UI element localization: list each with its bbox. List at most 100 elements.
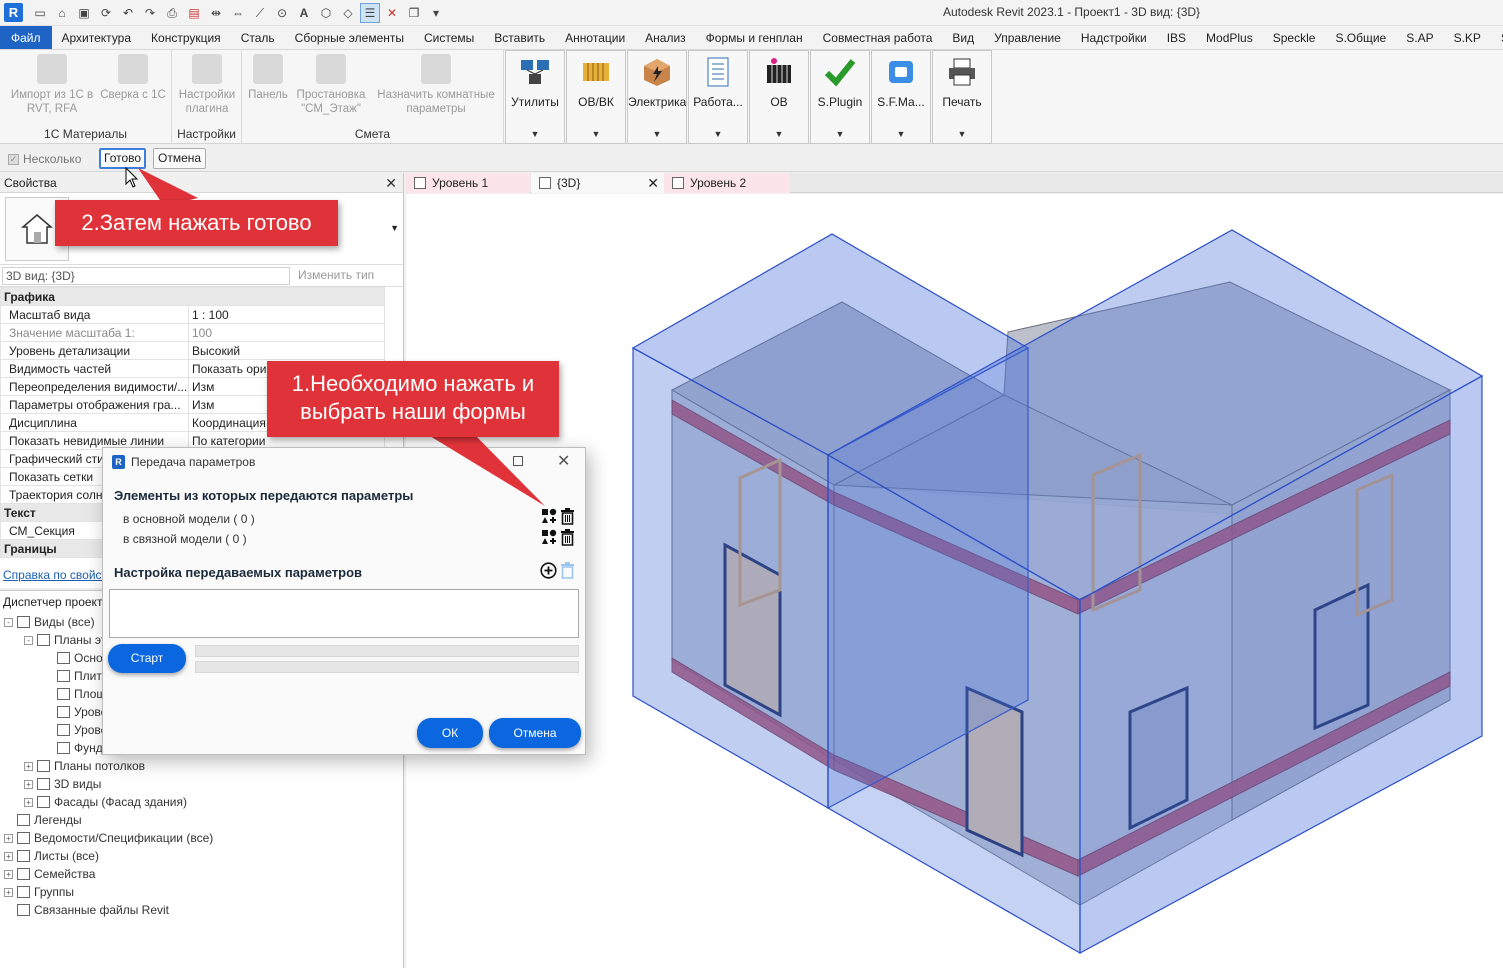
tab-addins[interactable]: Надстройки — [1071, 26, 1157, 49]
work-button[interactable]: Работа... ▼ — [688, 50, 748, 144]
tab-architecture[interactable]: Архитектура — [52, 26, 142, 49]
dimension-icon[interactable]: ⟋ — [250, 3, 270, 23]
browser-tree-item[interactable]: + Листы (все) — [4, 847, 99, 865]
revit-logo-icon[interactable]: R — [4, 3, 23, 22]
chevron-down-icon[interactable]: ▼ — [628, 129, 686, 139]
close-icon[interactable]: ✕ — [647, 173, 659, 193]
collapse-icon[interactable]: - — [4, 617, 13, 627]
sfma-button[interactable]: S.F.Ма... ▼ — [871, 50, 931, 144]
browser-tree-item[interactable]: Фунд. — [44, 739, 106, 757]
property-row[interactable]: Уровень детализации Высокий — [0, 341, 385, 360]
dialog-cancel-button[interactable]: Отмена — [489, 718, 581, 748]
thin-lines-icon[interactable]: ☰ — [360, 3, 380, 23]
trash-icon[interactable] — [559, 529, 576, 546]
browser-tree-item[interactable]: Урове — [44, 721, 107, 739]
params-list[interactable] — [109, 589, 579, 638]
property-value[interactable]: Высокий — [188, 341, 385, 360]
save-icon[interactable]: ▣ — [74, 3, 94, 23]
browser-tree-item[interactable]: Связанные файлы Revit — [4, 901, 169, 919]
multiple-checkbox[interactable]: ✓ Несколько — [8, 152, 81, 166]
browser-tree-item[interactable]: + Планы потолков — [24, 757, 145, 775]
print-button[interactable]: Печать ▼ — [932, 50, 992, 144]
section-icon[interactable]: ◇ — [338, 3, 358, 23]
browser-tree-item[interactable]: + Ведомости/Спецификации (все) — [4, 829, 213, 847]
splugin-button[interactable]: S.Plugin ▼ — [810, 50, 870, 144]
tab-structure[interactable]: Конструкция — [141, 26, 231, 49]
measure-icon[interactable]: ⇹ — [206, 3, 226, 23]
expand-icon[interactable]: + — [4, 833, 13, 843]
select-shapes-icon[interactable] — [541, 529, 558, 546]
3d-view-icon[interactable]: ⬡ — [316, 3, 336, 23]
view-selector[interactable]: 3D вид: {3D} — [2, 267, 290, 285]
place-floor-button[interactable]: Простановка "СМ_Этаж" — [292, 54, 370, 116]
browser-tree-item[interactable]: - Планы эта — [24, 631, 113, 649]
undo-icon[interactable]: ↶ — [118, 3, 138, 23]
tab-insert[interactable]: Вставить — [484, 26, 555, 49]
ov-button[interactable]: ОВ ▼ — [749, 50, 809, 144]
tab-s-ovk[interactable]: S.OBK — [1491, 26, 1503, 49]
browser-tree-item[interactable]: + Семейства — [4, 865, 95, 883]
customize-icon[interactable]: ▾ — [426, 3, 446, 23]
tab-analyze[interactable]: Анализ — [635, 26, 696, 49]
expand-icon[interactable]: + — [24, 779, 33, 789]
chevron-down-icon[interactable]: ▼ — [390, 223, 399, 233]
redo-icon[interactable]: ↷ — [140, 3, 160, 23]
view-tab-level2[interactable]: Уровень 2 — [664, 173, 790, 193]
chevron-down-icon[interactable]: ▼ — [872, 129, 930, 139]
text-icon[interactable]: A — [294, 3, 314, 23]
property-row[interactable]: Масштаб вида 1 : 100 — [0, 305, 385, 324]
close-icon[interactable]: ✕ — [557, 451, 570, 471]
browser-tree-item[interactable]: +3D виды — [24, 775, 101, 793]
expand-icon[interactable]: + — [24, 761, 33, 771]
tab-view[interactable]: Вид — [942, 26, 984, 49]
ovvk-button[interactable]: ОВ/ВК ▼ — [566, 50, 626, 144]
tab-massing[interactable]: Формы и генплан — [696, 26, 813, 49]
check-1c-button[interactable]: Сверка с 1С — [96, 54, 170, 102]
tab-speckle[interactable]: Speckle — [1263, 26, 1326, 49]
trash-icon[interactable] — [559, 508, 576, 525]
tab-systems[interactable]: Системы — [414, 26, 484, 49]
chevron-down-icon[interactable]: ▼ — [933, 129, 991, 139]
pdf-icon[interactable]: ▤ — [184, 3, 204, 23]
tab-s-kp[interactable]: S.KP — [1444, 26, 1491, 49]
chevron-down-icon[interactable]: ▼ — [750, 129, 808, 139]
utilities-button[interactable]: Утилиты ▼ — [505, 50, 565, 144]
browser-tree-item[interactable]: - Виды (все) — [4, 613, 95, 631]
close-hidden-icon[interactable]: ✕ — [382, 3, 402, 23]
browser-tree-item[interactable]: Основ — [44, 649, 109, 667]
property-value[interactable]: 1 : 100 — [188, 305, 385, 324]
browser-tree-item[interactable]: + Фасады (Фасад здания) — [24, 793, 187, 811]
sync-icon[interactable]: ⟳ — [96, 3, 116, 23]
assign-room-params-button[interactable]: Назначить комнатные параметры — [370, 54, 502, 116]
collapse-icon[interactable]: - — [24, 635, 33, 645]
tab-ibs[interactable]: IBS — [1157, 26, 1196, 49]
edit-type-button[interactable]: Изменить тип — [298, 268, 374, 282]
electrics-button[interactable]: Электрика ▼ — [627, 50, 687, 144]
start-button[interactable]: Старт — [108, 644, 186, 673]
tab-collaborate[interactable]: Совместная работа — [813, 26, 943, 49]
add-circle-icon[interactable] — [540, 562, 557, 579]
property-row[interactable]: Значение масштаба 1: 100 — [0, 323, 385, 342]
expand-icon[interactable]: + — [24, 797, 33, 807]
browser-tree-item[interactable]: Урове — [44, 703, 107, 721]
expand-icon[interactable]: + — [4, 869, 13, 879]
properties-help-link[interactable]: Справка по свойств — [3, 568, 113, 582]
import-1c-button[interactable]: Импорт из 1С в RVT, RFA — [8, 54, 96, 116]
expand-icon[interactable]: + — [4, 887, 13, 897]
tab-annotate[interactable]: Аннотации — [555, 26, 635, 49]
property-value[interactable]: 100 — [188, 323, 385, 342]
plugin-settings-button[interactable]: Настройки плагина — [174, 54, 240, 116]
properties-category[interactable]: Графика — [0, 287, 385, 306]
chevron-down-icon[interactable]: ▼ — [689, 129, 747, 139]
tag-icon[interactable]: ⊙ — [272, 3, 292, 23]
browser-tree-item[interactable]: Плита — [44, 667, 108, 685]
browser-tree-item[interactable]: + Группы — [4, 883, 74, 901]
browser-tree-item[interactable]: Легенды — [4, 811, 82, 829]
expand-icon[interactable]: + — [4, 851, 13, 861]
panel-button[interactable]: Панель — [246, 54, 290, 102]
switch-windows-icon[interactable]: ❐ — [404, 3, 424, 23]
trash-icon[interactable] — [559, 562, 576, 579]
view-tab-3d[interactable]: {3D} ✕ — [531, 173, 665, 193]
print-icon[interactable]: ⎙ — [162, 3, 182, 23]
view-tab-level1[interactable]: Уровень 1 — [406, 173, 530, 193]
